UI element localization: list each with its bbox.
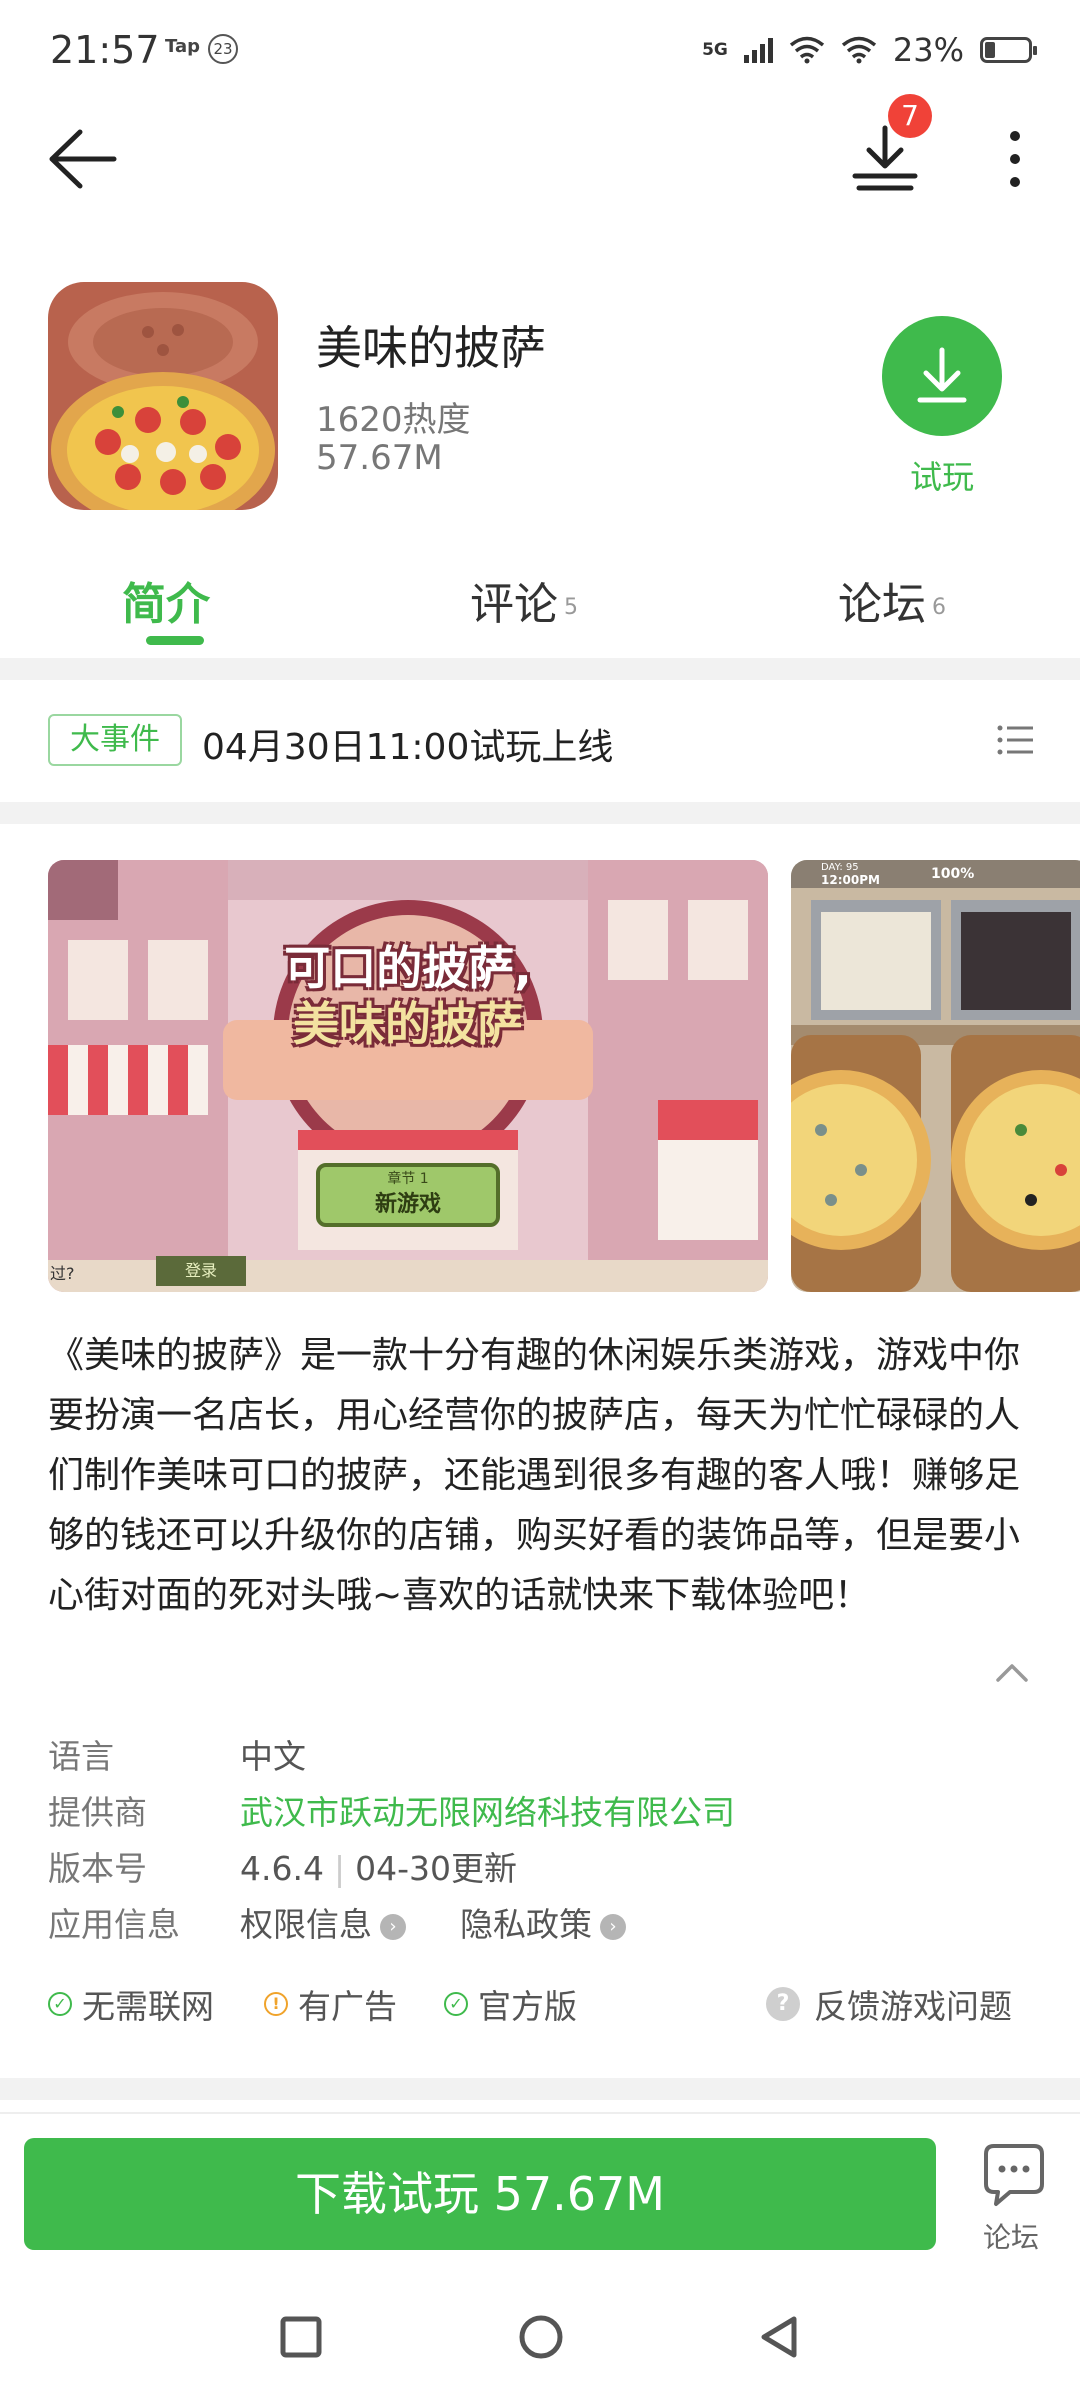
no-network-label: 无需联网 — [82, 1987, 214, 2026]
signal-icon — [743, 37, 773, 63]
official-badge: ✓ 官方版 — [444, 1980, 577, 2028]
more-menu-icon[interactable] — [995, 124, 1035, 194]
tab-intro-label: 简介 — [122, 579, 210, 630]
app-name: 美味的披萨 — [316, 321, 546, 375]
event-text[interactable]: 04月30日11:00试玩上线 — [202, 718, 613, 770]
divider — [0, 802, 1080, 824]
download-icon — [917, 347, 967, 403]
chevron-up-icon[interactable] — [992, 1656, 1032, 1686]
tab-comments[interactable]: 评论 5 — [470, 568, 578, 632]
home-circle-icon[interactable] — [518, 2314, 564, 2360]
chevron-right-icon: › — [600, 1913, 626, 1940]
status-indicators: 5G 23% — [702, 30, 1037, 70]
tap-app-icon: Tap — [165, 36, 200, 57]
version-number: 4.6.4 — [240, 1849, 324, 1888]
screenshot-1-title: 可口的披萨, 美味的披萨 — [48, 940, 768, 1052]
screenshot-carousel[interactable]: 可口的披萨, 美味的披萨 章节 1 新游戏 过? 登录 DAY: 95 12:0… — [48, 860, 1080, 1292]
provider-label: 提供商 — [48, 1793, 147, 1832]
screenshot-2-time: 12:00PM — [821, 873, 880, 887]
status-time: 21:57 — [50, 28, 160, 72]
system-navigation-bar — [0, 2292, 1080, 2400]
trial-label[interactable]: 试玩 — [882, 452, 1002, 498]
forum-label[interactable]: 论坛 — [966, 2216, 1056, 2256]
screenshot-1-chapter: 章节 1 — [387, 1171, 429, 1187]
wifi-icon — [841, 36, 876, 64]
tab-forum[interactable]: 论坛 6 — [838, 568, 946, 632]
tab-intro[interactable]: 简介 — [122, 568, 210, 632]
trial-download-button[interactable] — [882, 316, 1002, 436]
divider — [0, 658, 1080, 680]
chevron-right-icon: › — [380, 1913, 406, 1940]
version-label: 版本号 — [48, 1849, 147, 1888]
language-value: 中文 — [240, 1737, 306, 1776]
download-count-badge: 7 — [888, 94, 932, 138]
tab-forum-label: 论坛 — [838, 579, 926, 630]
event-tag: 大事件 — [48, 714, 182, 766]
version-value: 4.6.4 | 04-30更新 — [240, 1842, 517, 1890]
tab-indicator — [146, 636, 204, 645]
recents-square-icon[interactable] — [280, 2316, 322, 2358]
privacy-link-label: 隐私政策 — [460, 1905, 592, 1944]
official-label: 官方版 — [478, 1987, 577, 2026]
check-circle-icon: ✓ — [444, 1992, 468, 2016]
feedback-label: 反馈游戏问题 — [814, 1987, 1012, 2026]
network-type-label: 5G — [702, 39, 728, 60]
screenshot-1[interactable]: 可口的披萨, 美味的披萨 章节 1 新游戏 过? 登录 — [48, 860, 768, 1292]
app-info-label: 应用信息 — [48, 1905, 180, 1944]
notification-badge-icon: 23 — [208, 34, 238, 64]
screenshot-2[interactable]: DAY: 95 12:00PM 100% — [791, 860, 1080, 1292]
warning-circle-icon: ! — [264, 1992, 288, 2016]
list-icon[interactable] — [995, 722, 1035, 758]
status-bar: 21:57 Tap 23 5G 23% — [0, 0, 1080, 100]
app-description: 《美味的披萨》是一款十分有趣的休闲娱乐类游戏，游戏中你要扮演一名店长，用心经营你… — [48, 1335, 1021, 1616]
question-circle-icon: ? — [766, 1987, 800, 2021]
tab-comments-count: 5 — [564, 594, 578, 620]
tab-forum-count: 6 — [932, 594, 946, 620]
permission-link[interactable]: 权限信息 › — [240, 1898, 406, 1946]
tab-bar: 简介 评论 5 论坛 6 — [0, 540, 1080, 650]
screenshot-1-title-line2: 美味的披萨 — [293, 997, 523, 1051]
permission-link-label: 权限信息 — [240, 1905, 372, 1944]
ads-badge: ! 有广告 — [264, 1980, 397, 2028]
wifi-data-icon — [789, 36, 824, 64]
battery-icon — [980, 37, 1037, 63]
no-network-badge: ✓ 无需联网 — [48, 1980, 214, 2028]
app-size: 57.67M — [316, 438, 443, 478]
download-trial-button[interactable]: 下载试玩 57.67M — [24, 2138, 936, 2250]
back-arrow-icon[interactable] — [44, 124, 124, 194]
feedback-link[interactable]: ? 反馈游戏问题 — [766, 1980, 1012, 2028]
screenshot-2-percent: 100% — [931, 866, 975, 882]
screenshot-1-title-line1: 可口的披萨, — [284, 941, 532, 995]
privacy-link[interactable]: 隐私政策 › — [460, 1898, 626, 1946]
language-label: 语言 — [48, 1737, 114, 1776]
update-date: 04-30更新 — [355, 1849, 517, 1888]
divider — [0, 2078, 1080, 2100]
app-heat: 1620热度 — [316, 400, 471, 440]
screenshot-2-day: DAY: 95 — [821, 862, 859, 873]
ads-label: 有广告 — [298, 1987, 397, 2026]
back-triangle-icon[interactable] — [756, 2314, 802, 2360]
app-icon — [48, 282, 278, 510]
provider-link[interactable]: 武汉市跃动无限网络科技有限公司 — [240, 1786, 735, 1834]
check-circle-icon: ✓ — [48, 1992, 72, 2016]
version-separator: | — [333, 1849, 346, 1888]
screenshot-1-login: 登录 — [156, 1256, 246, 1286]
battery-percent: 23% — [892, 31, 964, 69]
tab-comments-label: 评论 — [470, 579, 558, 630]
screenshot-1-corner-text: 过? — [50, 1264, 75, 1283]
screenshot-1-new-game: 新游戏 — [374, 1192, 441, 1217]
